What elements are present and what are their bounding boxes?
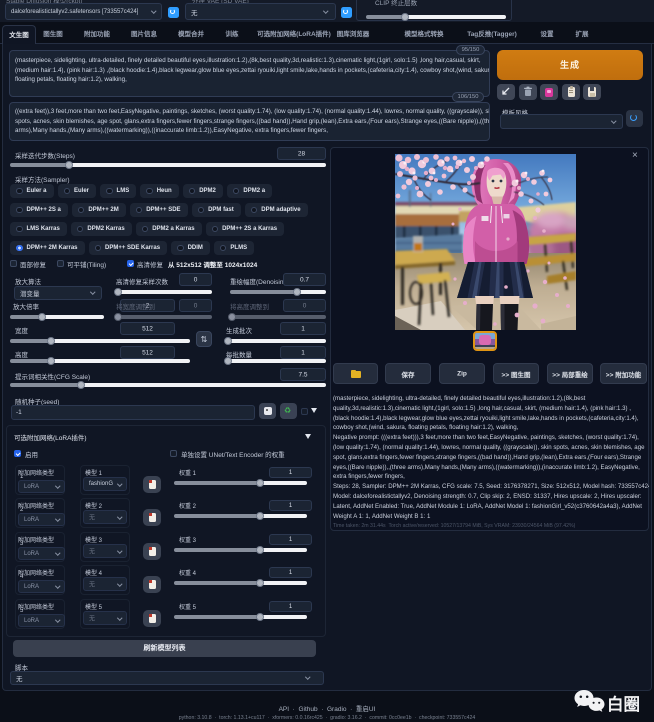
svg-text:白圈: 白圈	[607, 694, 640, 714]
